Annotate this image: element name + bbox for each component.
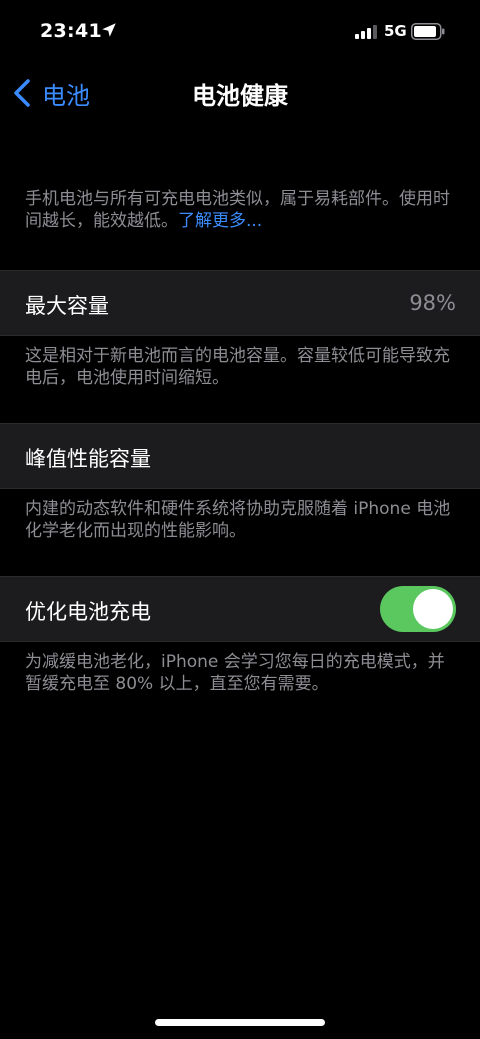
learn-more-link[interactable]: 了解更多...: [178, 211, 262, 231]
home-indicator[interactable]: [155, 1019, 325, 1026]
cellular-signal-icon: [355, 25, 377, 39]
navigation-bar: 电池 电池健康: [0, 62, 480, 122]
network-type: 5G: [384, 22, 407, 40]
max-capacity-label: 最大容量: [25, 294, 109, 318]
optimized-charging-row: 优化电池充电: [0, 576, 480, 642]
max-capacity-value: 98%: [409, 291, 456, 315]
status-bar: 23:41 5G: [0, 0, 480, 62]
intro-description: 手机电池与所有可充电电池类似，属于易耗部件。使用时间越长，能效越低。了解更多..…: [25, 188, 460, 232]
max-capacity-row: 最大容量 98%: [0, 270, 480, 336]
optimized-charging-label: 优化电池充电: [25, 600, 151, 624]
status-time: 23:41: [40, 20, 102, 42]
location-arrow-icon: [102, 23, 116, 37]
peak-performance-row: 峰值性能容量: [0, 423, 480, 489]
optimized-charging-note: 为减缓电池老化，iPhone 会学习您每日的充电模式，并暂缓充电至 80% 以上…: [25, 652, 445, 694]
toggle-knob: [413, 589, 453, 629]
max-capacity-note: 这是相对于新电池而言的电池容量。容量较低可能导致充电后，电池使用时间缩短。: [25, 346, 450, 388]
peak-performance-note: 内建的动态软件和硬件系统将协助克服随着 iPhone 电池化学老化而出现的性能影…: [25, 499, 451, 541]
optimized-charging-toggle[interactable]: [380, 586, 456, 632]
peak-performance-label: 峰值性能容量: [25, 447, 151, 471]
page-title: 电池健康: [192, 82, 288, 110]
battery-icon: [411, 23, 445, 40]
